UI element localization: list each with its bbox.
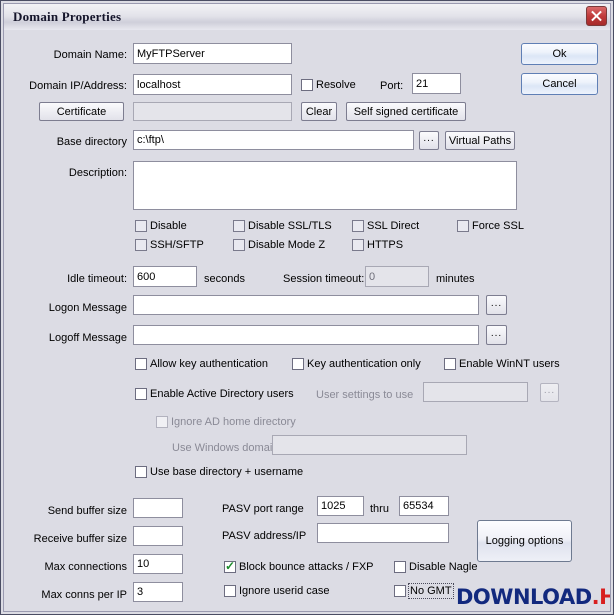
checkbox-key-authentication-only-label: Key authentication only — [307, 358, 421, 370]
watermark-primary: DOWNLOAD — [456, 585, 592, 609]
checkbox-resolve-label: Resolve — [316, 79, 356, 91]
idle-timeout-units: seconds — [204, 273, 245, 285]
pasv-port-range-to-input[interactable] — [399, 496, 449, 516]
checkbox-ignore-userid-case-label: Ignore userid case — [239, 585, 330, 597]
max-connections-label: Max connections — [44, 561, 127, 573]
user-settings-to-use-input[interactable] — [423, 382, 528, 402]
logoff-message-browse-button[interactable]: ... — [486, 325, 507, 345]
domain-ip-label: Domain IP/Address: — [29, 80, 127, 92]
checkbox-ssh-sftp-box[interactable] — [135, 239, 147, 251]
certificate-button[interactable]: Certificate — [39, 102, 124, 121]
checkbox-disable-label: Disable — [150, 220, 187, 232]
session-timeout-units: minutes — [436, 273, 475, 285]
session-timeout-label: Session timeout: — [283, 273, 365, 285]
logon-message-browse-button[interactable]: ... — [486, 295, 507, 315]
logoff-message-input[interactable] — [133, 325, 479, 345]
checkbox-enable-winnt-users-box[interactable] — [444, 358, 456, 370]
user-settings-to-use-label: User settings to use — [316, 389, 414, 401]
base-directory-browse-button[interactable]: ... — [419, 131, 439, 150]
checkbox-ignore-ad-home-directory-label: Ignore AD home directory — [171, 416, 296, 428]
base-directory-label: Base directory — [56, 136, 127, 148]
window-title: Domain Properties — [13, 9, 122, 24]
send-buffer-size-input[interactable] — [133, 498, 183, 518]
checkbox-use-base-directory-username-label: Use base directory + username — [150, 466, 304, 478]
base-directory-input[interactable] — [133, 130, 414, 150]
checkbox-use-base-directory-username-box[interactable] — [135, 466, 147, 478]
checkbox-enable-winnt-users-label: Enable WinNT users — [459, 358, 560, 370]
checkbox-force-ssl-box[interactable] — [457, 220, 469, 232]
title-bar[interactable]: Domain Properties — [4, 4, 610, 31]
domain-name-input[interactable] — [133, 43, 292, 64]
checkbox-disable-mode-z-label: Disable Mode Z — [248, 239, 326, 251]
logon-message-input[interactable] — [133, 295, 479, 315]
pasv-port-range-thru-label: thru — [370, 503, 389, 515]
checkbox-ssl-direct-box[interactable] — [352, 220, 364, 232]
certificate-path-input[interactable] — [133, 102, 292, 121]
session-timeout-input[interactable] — [365, 266, 429, 287]
pasv-port-range-label: PASV port range — [222, 503, 304, 515]
checkbox-disable-ssl-tls-label: Disable SSL/TLS — [248, 220, 332, 232]
cancel-button[interactable]: Cancel — [521, 73, 598, 95]
checkbox-ssl-direct-label: SSL Direct — [367, 220, 420, 232]
download-hr-watermark: DOWNLOAD.HR — [456, 585, 610, 609]
checkbox-disable-ssl-tls-box[interactable] — [233, 220, 245, 232]
description-textarea[interactable] — [133, 161, 517, 210]
pasv-address-ip-input[interactable] — [317, 523, 449, 543]
ok-button[interactable]: Ok — [521, 43, 598, 65]
checkbox-enable-active-directory-users-label: Enable Active Directory users — [150, 388, 294, 400]
pasv-port-range-from-input[interactable] — [317, 496, 364, 516]
checkbox-disable-mode-z-box[interactable] — [233, 239, 245, 251]
checkbox-ignore-ad-home-directory-box[interactable] — [156, 416, 168, 428]
max-connections-input[interactable] — [133, 554, 183, 574]
check-mark-icon: ✓ — [225, 559, 236, 573]
logging-options-button[interactable]: Logging options — [477, 520, 572, 562]
checkbox-allow-key-authentication-box[interactable] — [135, 358, 147, 370]
domain-properties-window: Domain Properties Domain Name: Domain IP… — [0, 0, 614, 615]
checkbox-resolve-box[interactable] — [301, 79, 313, 91]
port-label: Port: — [380, 80, 404, 92]
checkbox-no-gmt-box[interactable] — [394, 585, 406, 597]
checkbox-disable-nagle-box[interactable] — [394, 561, 406, 573]
max-conns-per-ip-label: Max conns per IP — [41, 589, 127, 601]
checkbox-block-bounce-attacks-label: Block bounce attacks / FXP — [239, 561, 374, 573]
checkbox-enable-active-directory-users-box[interactable] — [135, 388, 147, 400]
idle-timeout-label: Idle timeout: — [67, 273, 127, 285]
virtual-paths-button[interactable]: Virtual Paths — [445, 131, 515, 150]
checkbox-allow-key-authentication-label: Allow key authentication — [150, 358, 269, 370]
port-input[interactable] — [412, 73, 461, 94]
max-conns-per-ip-input[interactable] — [133, 582, 183, 602]
checkbox-disable-box[interactable] — [135, 220, 147, 232]
checkbox-force-ssl-label: Force SSL — [472, 220, 524, 232]
checkbox-no-gmt-label: No GMT — [408, 583, 454, 599]
close-icon[interactable] — [586, 6, 607, 26]
domain-name-label: Domain Name: — [53, 49, 127, 61]
checkbox-https-label: HTTPS — [367, 239, 404, 251]
watermark-suffix: .HR — [591, 585, 610, 609]
description-label: Description: — [68, 167, 127, 179]
window-inner: Domain Properties Domain Name: Domain IP… — [3, 3, 611, 612]
checkbox-ignore-userid-case-box[interactable] — [224, 585, 236, 597]
clear-button[interactable]: Clear — [301, 102, 337, 121]
receive-buffer-size-label: Receive buffer size — [33, 533, 127, 545]
idle-timeout-input[interactable] — [133, 266, 197, 287]
dialog-client-area: Domain Name: Domain IP/Address: Resolve … — [4, 30, 610, 611]
use-windows-domain-label: Use Windows domain: — [172, 442, 282, 454]
use-windows-domain-input[interactable] — [272, 435, 467, 455]
send-buffer-size-label: Send buffer size — [47, 505, 127, 517]
receive-buffer-size-input[interactable] — [133, 526, 183, 546]
checkbox-disable-nagle-label: Disable Nagle — [409, 561, 478, 573]
self-signed-certificate-button[interactable]: Self signed certificate — [346, 102, 466, 121]
user-settings-browse-button[interactable]: ... — [540, 383, 559, 402]
pasv-address-ip-label: PASV address/IP — [222, 530, 307, 542]
logoff-message-label: Logoff Message — [48, 332, 127, 344]
logon-message-label: Logon Message — [48, 302, 127, 314]
checkbox-https-box[interactable] — [352, 239, 364, 251]
checkbox-ssh-sftp-label: SSH/SFTP — [150, 239, 204, 251]
checkbox-key-authentication-only-box[interactable] — [292, 358, 304, 370]
domain-ip-input[interactable] — [133, 74, 292, 95]
